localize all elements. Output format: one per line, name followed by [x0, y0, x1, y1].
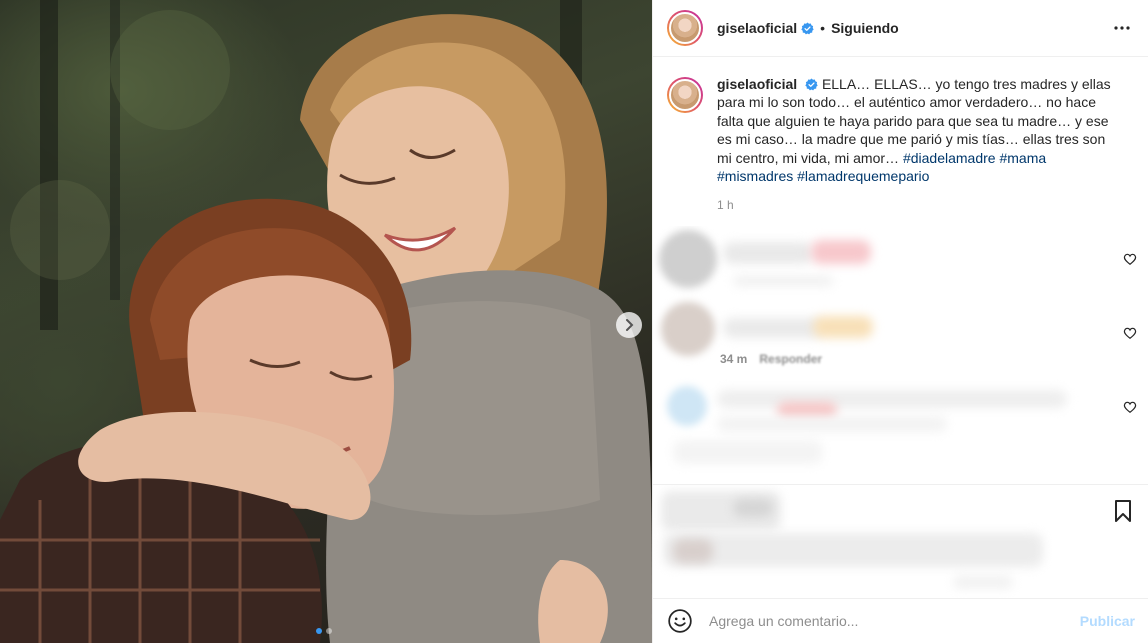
emoji-icon[interactable]: [667, 608, 693, 634]
hashtag[interactable]: #lamadrequemepario: [797, 168, 929, 184]
caption-timestamp: 1 h: [717, 198, 734, 213]
like-comment-heart-icon[interactable]: [1123, 326, 1137, 340]
comment-item: [653, 376, 1148, 476]
comment-item: [653, 226, 1148, 296]
verified-badge-icon: [805, 78, 818, 91]
post-header: giselaoficial • Siguiendo: [653, 0, 1148, 57]
author-avatar[interactable]: [667, 10, 703, 46]
comment-reply-button[interactable]: Responder: [759, 352, 822, 366]
post-caption: giselaoficial ELLA… ELLAS… yo tengo tres…: [653, 57, 1148, 212]
comments-list: 34 m Responder: [653, 226, 1148, 476]
chevron-right-icon: [626, 319, 634, 331]
hashtag[interactable]: #mama: [999, 150, 1046, 166]
caption-username[interactable]: giselaoficial: [717, 76, 797, 92]
carousel-dot-active: [316, 628, 322, 634]
post-actions: [653, 484, 1148, 598]
verified-badge-icon: [801, 21, 814, 34]
following-button[interactable]: Siguiendo: [831, 20, 899, 36]
comment-item: 34 m Responder: [653, 298, 1148, 368]
publish-button[interactable]: Publicar: [1080, 613, 1135, 629]
like-comment-heart-icon[interactable]: [1123, 400, 1137, 414]
hashtag[interactable]: #mismadres: [717, 168, 793, 184]
more-options-button[interactable]: [1110, 16, 1134, 40]
header-separator: •: [820, 20, 826, 36]
comment-avatar: [667, 386, 707, 426]
post-photo[interactable]: [0, 0, 652, 643]
comment-meta: 34 m Responder: [720, 352, 822, 366]
save-bookmark-icon[interactable]: [1111, 499, 1135, 523]
hashtag[interactable]: #diadelamadre: [903, 150, 996, 166]
carousel-next-button[interactable]: [616, 312, 642, 338]
more-horizontal-icon: [1114, 26, 1130, 30]
comment-time: 34 m: [720, 352, 748, 366]
comment-avatar: [659, 230, 717, 288]
caption-author-avatar[interactable]: [667, 77, 703, 113]
comment-avatar: [661, 302, 715, 356]
post-side-panel: giselaoficial • Siguiendo giselaoficial …: [652, 0, 1148, 643]
comment-composer: Publicar: [653, 598, 1148, 643]
carousel-dot: [326, 628, 332, 634]
like-comment-heart-icon[interactable]: [1123, 252, 1137, 266]
author-username[interactable]: giselaoficial: [717, 20, 797, 36]
carousel-indicator: [316, 628, 332, 634]
caption-text: giselaoficial ELLA… ELLAS… yo tengo tres…: [717, 75, 1122, 185]
comment-input[interactable]: [709, 613, 1080, 629]
photo-illustration: [0, 0, 652, 643]
